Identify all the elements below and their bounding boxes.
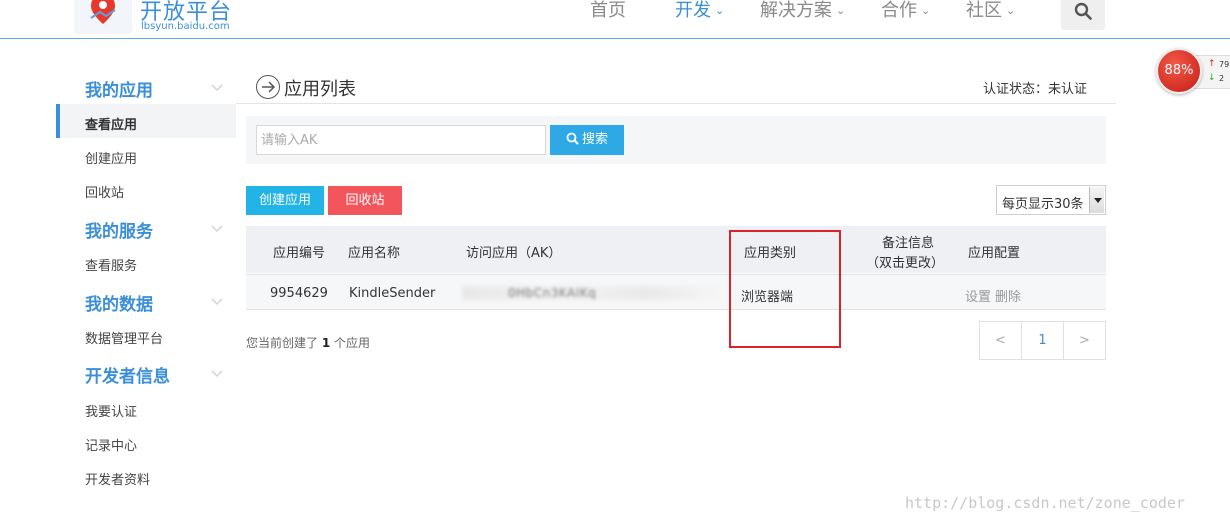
nav-solutions[interactable]: 解决方案 ⌄ (760, 0, 845, 22)
chevron-down-icon: ⌄ (715, 4, 725, 17)
nav-cooperation[interactable]: 合作 ⌄ (881, 0, 930, 22)
delete-link[interactable]: 删除 (995, 286, 1021, 305)
column-header-name: 应用名称 (348, 246, 401, 261)
summary-prefix: 您当前创建了 (246, 336, 319, 350)
chevron-down-icon: ⌄ (836, 4, 846, 17)
page-title: 应用列表 (284, 79, 356, 100)
nav-cooperation-label: 合作 (881, 0, 917, 21)
badge-percent: 88% (1156, 48, 1202, 94)
create-app-button[interactable]: 创建应用 (246, 186, 324, 215)
column-header-id: 应用编号 (273, 246, 326, 261)
search-icon (566, 132, 579, 145)
summary-suffix: 个应用 (334, 336, 371, 350)
sidebar-item-developer-profile[interactable]: 开发者资料 (85, 469, 150, 488)
sidebar-item-create-app[interactable]: 创建应用 (85, 148, 137, 167)
badge-up-value: 79 (1219, 60, 1230, 69)
search-button[interactable]: 搜索 (550, 125, 624, 155)
sidebar-section-my-data[interactable]: 我的数据 (85, 290, 153, 315)
cell-app-name: KindleSender (349, 286, 436, 301)
pagination: < 1 > (979, 321, 1106, 360)
nav-home-label: 首页 (590, 0, 626, 21)
ak-search-input[interactable] (256, 125, 546, 155)
nav-home[interactable]: 首页 (590, 0, 626, 22)
table-header: 应用编号 应用名称 访问应用（AK） 应用类别 备注信息 （双击更改） 应用配置 (246, 226, 1106, 273)
badge-down-value: 2 (1219, 74, 1225, 83)
chevron-down-icon[interactable] (210, 366, 224, 380)
pager-page-1[interactable]: 1 (1021, 322, 1063, 359)
per-page-value: 每页显示30条 (1002, 197, 1084, 212)
per-page-select[interactable]: 每页显示30条 (996, 185, 1106, 215)
pager-prev[interactable]: < (980, 322, 1021, 359)
app-count-summary: 您当前创建了 1 个应用 (246, 334, 370, 351)
chevron-down-icon: ⌄ (1006, 4, 1016, 17)
search-button-label: 搜索 (581, 132, 608, 147)
sidebar-section-my-services[interactable]: 我的服务 (85, 217, 153, 242)
speed-badge[interactable]: 88% ↑ 79 ↓ 2 (1156, 48, 1230, 94)
sidebar-item-view-apps[interactable]: 查看应用 (85, 114, 137, 133)
sidebar-item-certification[interactable]: 我要认证 (85, 401, 137, 420)
sidebar-section-developer-info[interactable]: 开发者信息 (85, 362, 170, 387)
column-header-note: 备注信息 (882, 236, 935, 251)
chevron-down-icon[interactable] (210, 80, 224, 94)
arrow-down-icon: ↓ (1208, 73, 1216, 83)
column-header-config: 应用配置 (968, 246, 1021, 261)
chevron-down-icon[interactable] (210, 294, 224, 308)
dropdown-arrow-icon[interactable] (1089, 187, 1104, 213)
watermark: http://blog.csdn.net/zone_coder (905, 494, 1185, 512)
arrow-right-circle-icon (256, 75, 280, 99)
sidebar-item-data-platform[interactable]: 数据管理平台 (85, 328, 163, 347)
column-header-ak: 访问应用（AK） (466, 246, 562, 261)
sidebar-section-my-apps[interactable]: 我的应用 (85, 76, 153, 101)
nav-develop[interactable]: 开发 ⌄ (675, 0, 724, 22)
arrow-up-icon: ↑ (1208, 59, 1216, 69)
sidebar-item-records[interactable]: 记录中心 (85, 435, 137, 454)
cell-app-ak: 0HbCn3KAIKq (508, 286, 597, 300)
chevron-down-icon: ⌄ (921, 4, 931, 17)
top-navigation-bar: 开放平台 lbsyun.baidu.com 首页 开发 ⌄ 解决方案 ⌄ 合作 ⌄ 社… (0, 0, 1230, 39)
nav-community-label: 社区 (966, 0, 1002, 21)
search-icon (1074, 2, 1092, 20)
summary-count: 1 (321, 336, 331, 350)
logo[interactable] (74, 0, 132, 34)
logo-subtitle: lbsyun.baidu.com (141, 21, 230, 32)
column-header-note-hint: （双击更改） (866, 256, 945, 271)
category-highlight-annotation (729, 230, 841, 348)
cell-app-id: 9954629 (270, 286, 328, 301)
pager-next[interactable]: > (1063, 322, 1105, 359)
sidebar-active-highlight (56, 104, 236, 138)
map-pin-icon (90, 0, 116, 24)
nav-develop-label: 开发 (675, 0, 711, 21)
settings-link[interactable]: 设置 (965, 286, 991, 305)
nav-solutions-label: 解决方案 (760, 0, 832, 21)
chevron-down-icon[interactable] (210, 221, 224, 235)
sidebar-item-recycle-bin[interactable]: 回收站 (85, 182, 124, 201)
certification-status: 认证状态：未认证 (983, 82, 1088, 97)
header-search-button[interactable] (1061, 0, 1105, 30)
title-divider (236, 103, 1116, 104)
sidebar-item-view-services[interactable]: 查看服务 (85, 255, 137, 274)
nav-community[interactable]: 社区 ⌄ (966, 0, 1015, 22)
recycle-bin-button[interactable]: 回收站 (328, 186, 402, 215)
